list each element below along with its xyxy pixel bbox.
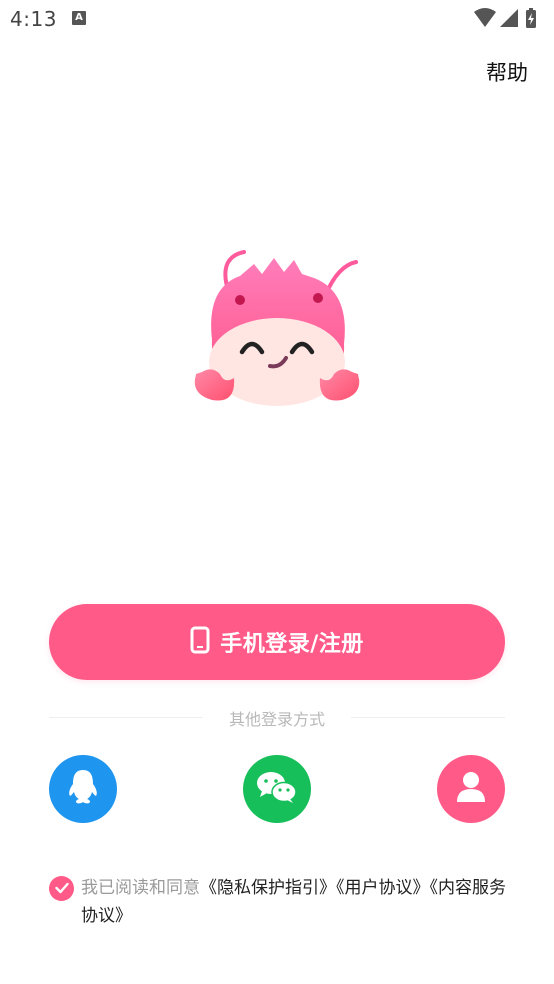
status-bar: 4:13 A: [0, 0, 554, 38]
status-time: 4:13: [10, 7, 57, 31]
phone-login-button[interactable]: 手机登录/注册: [49, 604, 505, 680]
notification-a-icon: A: [72, 11, 86, 25]
other-login-divider: 其他登录方式: [49, 706, 505, 730]
guest-login-button[interactable]: [437, 755, 505, 823]
agreement-checkbox[interactable]: [49, 876, 74, 901]
qq-login-button[interactable]: [49, 755, 117, 823]
checkmark-icon: [54, 879, 69, 898]
wifi-icon: [474, 8, 496, 27]
agreement-prefix: 我已阅读和同意: [81, 878, 200, 898]
status-icons: [474, 8, 546, 34]
phone-login-label: 手机登录/注册: [220, 632, 364, 657]
wechat-icon: [256, 769, 298, 809]
wechat-login-button[interactable]: [243, 755, 311, 823]
other-login-title: 其他登录方式: [228, 710, 325, 729]
help-link[interactable]: 帮助: [486, 57, 528, 87]
agreement-text: 我已阅读和同意《隐私保护指引》《用户协议》《内容服务协议》: [81, 874, 509, 930]
user-agreement-link[interactable]: 《用户协议》: [336, 878, 430, 898]
lobster-mascot-logo: [188, 248, 366, 410]
mobile-phone-icon: [190, 626, 210, 658]
user-icon: [456, 771, 486, 807]
battery-charging-icon: [526, 8, 536, 28]
signal-icon: [500, 9, 518, 27]
privacy-policy-link[interactable]: 《隐私保护指引》: [200, 878, 336, 898]
qq-icon: [66, 768, 100, 810]
